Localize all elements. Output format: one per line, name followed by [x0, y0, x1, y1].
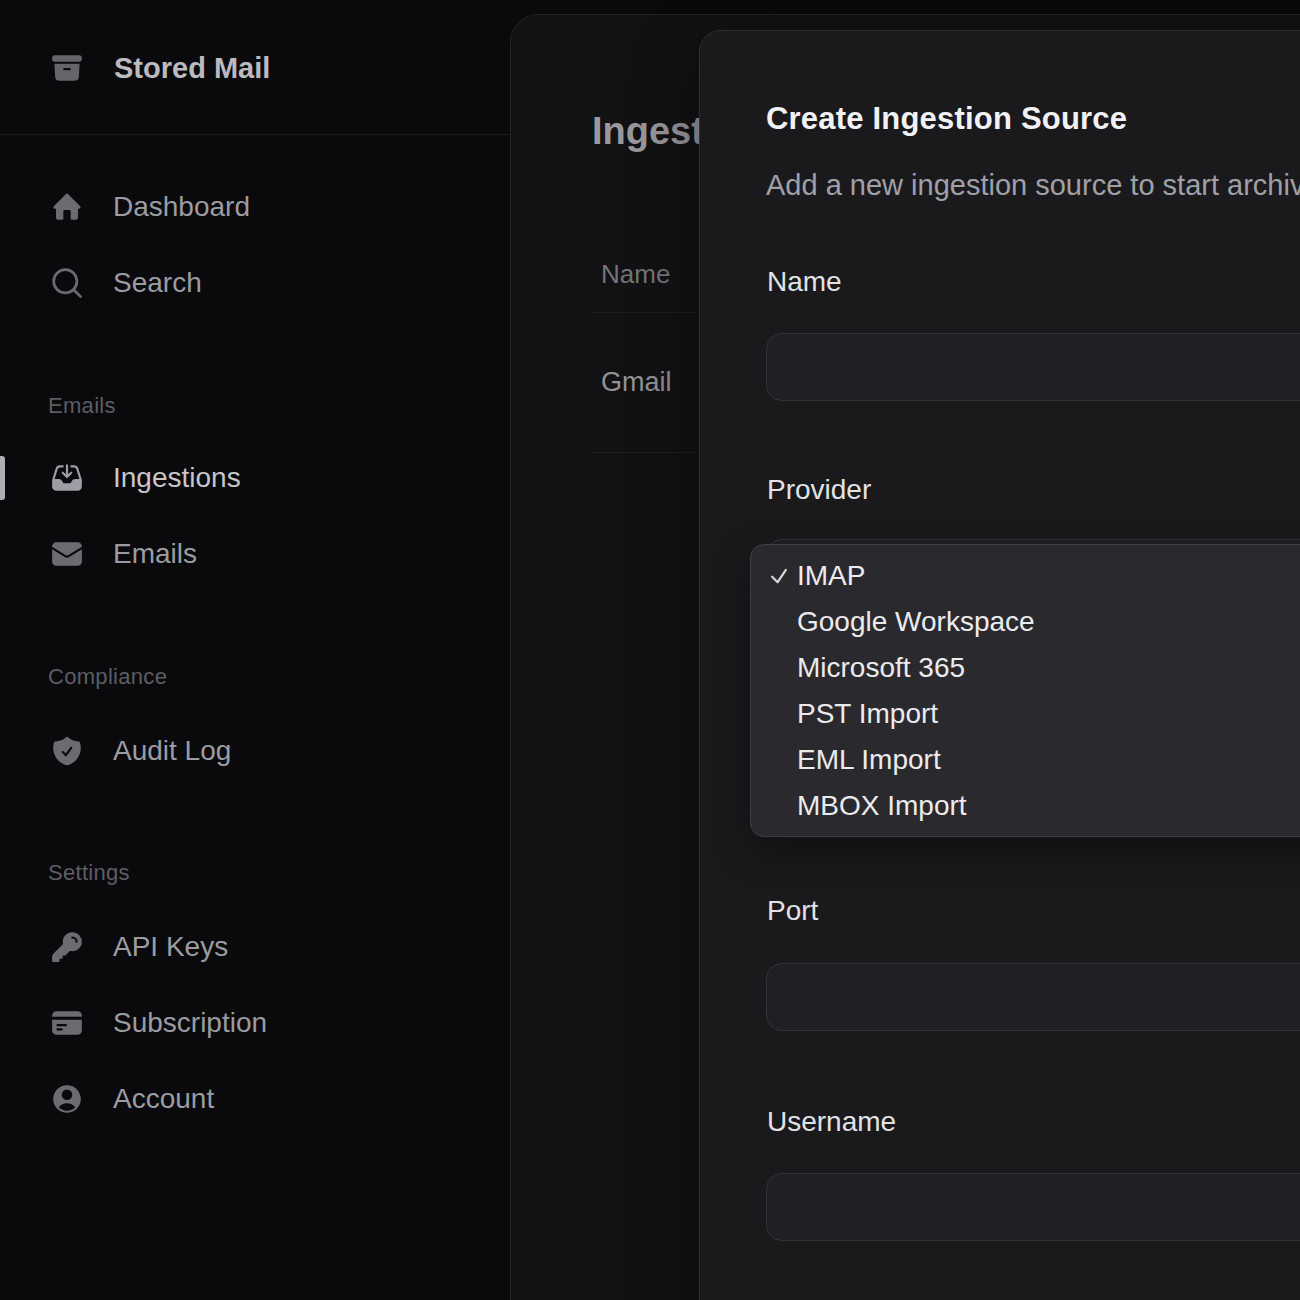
dropdown-option-imap[interactable]: IMAP: [751, 553, 1300, 599]
modal-title: Create Ingestion Source: [766, 101, 1127, 137]
sidebar: Stored Mail Dashboard Search Emails: [0, 0, 510, 1300]
provider-label: Provider: [767, 474, 871, 506]
user-circle-icon: [50, 1082, 84, 1116]
sidebar-item-label: Search: [113, 267, 202, 299]
sidebar-item-label: Audit Log: [113, 735, 231, 767]
dropdown-option-label: IMAP: [797, 560, 865, 592]
dropdown-option-google-workspace[interactable]: Google Workspace: [751, 599, 1300, 645]
key-icon: [50, 930, 84, 964]
username-label: Username: [767, 1106, 896, 1138]
sidebar-item-account[interactable]: Account: [0, 1061, 510, 1137]
dropdown-option-pst-import[interactable]: PST Import: [751, 691, 1300, 737]
sidebar-item-subscription[interactable]: Subscription: [0, 985, 510, 1061]
app-screen: Stored Mail Dashboard Search Emails: [0, 0, 1300, 1300]
sidebar-item-search[interactable]: Search: [0, 245, 510, 321]
sidebar-item-api-keys[interactable]: API Keys: [0, 909, 510, 985]
table-cell-name: Gmail: [601, 367, 672, 398]
shield-check-icon: [50, 734, 84, 768]
sidebar-item-audit-log[interactable]: Audit Log: [0, 713, 510, 789]
sidebar-item-label: Account: [113, 1083, 214, 1115]
port-input[interactable]: [766, 963, 1300, 1031]
sidebar-section-emails: Emails: [48, 393, 448, 419]
search-icon: [50, 266, 84, 300]
app-name: Stored Mail: [114, 52, 270, 85]
sidebar-header: Stored Mail: [0, 0, 510, 135]
dropdown-option-label: Microsoft 365: [797, 652, 965, 684]
sidebar-item-emails[interactable]: Emails: [0, 516, 510, 592]
envelope-icon: [50, 537, 84, 571]
sidebar-item-ingestions[interactable]: Ingestions: [0, 440, 510, 516]
inbox-arrow-down-icon: [50, 461, 84, 495]
sidebar-item-label: Subscription: [113, 1007, 267, 1039]
home-icon: [50, 190, 84, 224]
table-header-name: Name: [601, 259, 670, 290]
dropdown-option-label: MBOX Import: [797, 790, 967, 822]
sidebar-item-label: Dashboard: [113, 191, 250, 223]
sidebar-item-label: Ingestions: [113, 462, 241, 494]
port-label: Port: [767, 895, 818, 927]
check-icon: [768, 565, 790, 587]
username-input[interactable]: [766, 1173, 1300, 1241]
archive-box-icon: [50, 51, 84, 85]
name-label: Name: [767, 266, 842, 298]
modal-subtitle: Add a new ingestion source to start arch…: [766, 169, 1300, 202]
dropdown-option-label: PST Import: [797, 698, 938, 730]
sidebar-section-compliance: Compliance: [48, 664, 448, 690]
dropdown-option-eml-import[interactable]: EML Import: [751, 737, 1300, 783]
provider-dropdown: IMAP Google Workspace Microsoft 365 PST …: [750, 544, 1300, 837]
name-input[interactable]: [766, 333, 1300, 401]
sidebar-section-settings: Settings: [48, 860, 448, 886]
sidebar-item-label: API Keys: [113, 931, 228, 963]
sidebar-item-dashboard[interactable]: Dashboard: [0, 169, 510, 245]
app-logo[interactable]: Stored Mail: [50, 40, 270, 96]
sidebar-item-label: Emails: [113, 538, 197, 570]
dropdown-option-microsoft-365[interactable]: Microsoft 365: [751, 645, 1300, 691]
dropdown-option-label: EML Import: [797, 744, 941, 776]
credit-card-icon: [50, 1006, 84, 1040]
dropdown-option-label: Google Workspace: [797, 606, 1035, 638]
dropdown-option-mbox-import[interactable]: MBOX Import: [751, 783, 1300, 829]
